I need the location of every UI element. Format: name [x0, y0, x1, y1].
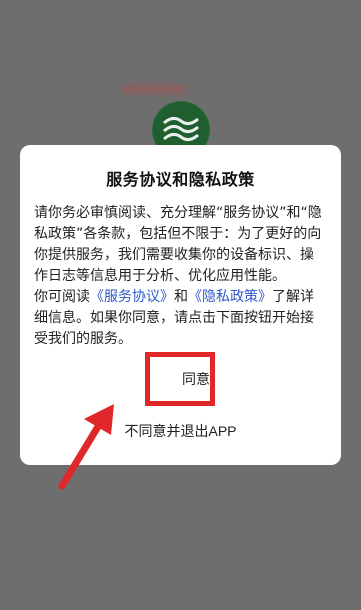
dialog-paragraph-2: 你可阅读《服务协议》和《隐私政策》了解详细信息。如果你同意，请点击下面按钮开始接… — [34, 287, 327, 350]
paragraph-2-prefix: 你可阅读 — [34, 289, 90, 305]
red-arrow-icon — [58, 404, 114, 490]
agree-button[interactable]: 同意 — [167, 366, 225, 392]
dialog-paragraph-1: 请你务必审慎阅读、充分理解“服务协议”和“隐私政策”各条款，包括但不限于：为了更… — [34, 205, 322, 284]
dialog-title: 服务协议和隐私政策 — [106, 170, 255, 189]
privacy-policy-link[interactable]: 《隐私政策》 — [188, 289, 272, 305]
app-launch-screen: 服务协议和隐私政策 请你务必审慎阅读、充分理解“服务协议”和“隐私政策”各条款，… — [0, 0, 361, 610]
conjunction-text: 和 — [174, 289, 188, 305]
logo-wave-icon — [163, 116, 199, 142]
dialog-body: 请你务必审慎阅读、充分理解“服务协议”和“隐私政策”各条款，包括但不限于：为了更… — [34, 203, 327, 350]
service-agreement-link[interactable]: 《服务协议》 — [90, 289, 174, 305]
background-blurred-text — [121, 84, 187, 94]
